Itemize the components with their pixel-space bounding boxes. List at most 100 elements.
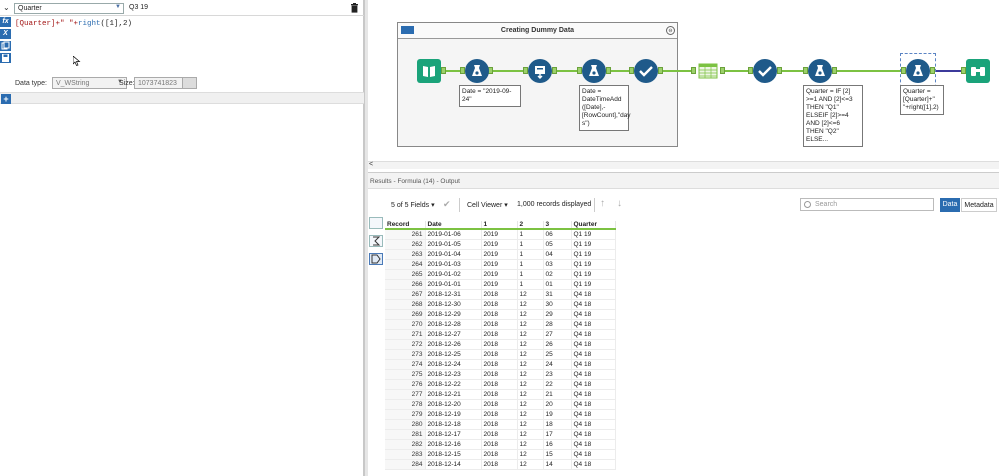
- arrow-down-icon[interactable]: ↓: [617, 198, 622, 209]
- table-cell[interactable]: 14: [543, 459, 572, 470]
- function-icon[interactable]: fx: [0, 17, 11, 27]
- metadata-button[interactable]: Metadata: [961, 198, 997, 212]
- table-cell[interactable]: Q4 18: [571, 439, 616, 450]
- column-header[interactable]: 3: [543, 221, 572, 230]
- table-cell[interactable]: 2018: [481, 389, 518, 400]
- table-row[interactable]: 265 2019-01-02 2019 1 02 Q1 19: [385, 269, 616, 280]
- table-cell[interactable]: 12: [517, 439, 544, 450]
- table-row[interactable]: 279 2018-12-19 2018 12 19 Q4 18: [385, 409, 616, 420]
- table-cell[interactable]: Q4 18: [571, 449, 616, 460]
- table-cell[interactable]: 12: [517, 399, 544, 410]
- table-cell[interactable]: 2018: [481, 349, 518, 360]
- table-cell[interactable]: 15: [543, 449, 572, 460]
- record-number[interactable]: 269: [385, 309, 426, 320]
- table-cell[interactable]: 16: [543, 439, 572, 450]
- table-cell[interactable]: 1: [517, 249, 544, 260]
- table-cell[interactable]: 2018: [481, 419, 518, 430]
- table-cell[interactable]: 2018: [481, 289, 518, 300]
- table-cell[interactable]: 2019-01-04: [425, 249, 482, 260]
- browse-icon[interactable]: [966, 59, 990, 83]
- record-number[interactable]: 264: [385, 259, 426, 270]
- table-row[interactable]: 283 2018-12-15 2018 12 15 Q4 18: [385, 449, 616, 460]
- column-header[interactable]: 1: [481, 221, 518, 230]
- output-anchor[interactable]: [720, 67, 725, 74]
- table-cell[interactable]: 22: [543, 379, 572, 390]
- table-cell[interactable]: 1: [517, 279, 544, 290]
- table-row[interactable]: 269 2018-12-29 2018 12 29 Q4 18: [385, 309, 616, 320]
- table-cell[interactable]: Q4 18: [571, 379, 616, 390]
- table-row[interactable]: 284 2018-12-14 2018 12 14 Q4 18: [385, 459, 616, 470]
- record-number[interactable]: 262: [385, 239, 426, 250]
- table-cell[interactable]: 02: [543, 269, 572, 280]
- table-row[interactable]: 275 2018-12-23 2018 12 23 Q4 18: [385, 369, 616, 380]
- table-cell[interactable]: Q1 19: [571, 239, 616, 250]
- table-cell[interactable]: 06: [543, 229, 572, 240]
- record-number[interactable]: 265: [385, 269, 426, 280]
- table-cell[interactable]: 2018: [481, 409, 518, 420]
- table-cell[interactable]: 2018-12-30: [425, 299, 482, 310]
- table-cell[interactable]: 12: [517, 419, 544, 430]
- table-view-icon[interactable]: [369, 217, 383, 229]
- table-cell[interactable]: 12: [517, 309, 544, 320]
- table-cell[interactable]: 2019: [481, 259, 518, 270]
- record-number[interactable]: 268: [385, 299, 426, 310]
- table-cell[interactable]: 2018-12-16: [425, 439, 482, 450]
- table-cell[interactable]: 12: [517, 429, 544, 440]
- column-header[interactable]: Record: [385, 221, 426, 230]
- record-number[interactable]: 281: [385, 429, 426, 440]
- collapse-chevron-icon[interactable]: ⌄: [3, 3, 10, 12]
- copy-icon[interactable]: [0, 41, 11, 51]
- output-anchor[interactable]: [441, 67, 446, 74]
- expression-editor[interactable]: [Quarter]+" "+right([1],2): [15, 20, 132, 28]
- record-number[interactable]: 271: [385, 329, 426, 340]
- table-cell[interactable]: Q4 18: [571, 369, 616, 380]
- table-cell[interactable]: 03: [543, 259, 572, 270]
- output-field-select[interactable]: Quarter ▼: [14, 3, 124, 14]
- table-cell[interactable]: 12: [517, 319, 544, 330]
- table-row[interactable]: 271 2018-12-27 2018 12 27 Q4 18: [385, 329, 616, 340]
- tool-container[interactable]: Creating Dummy Data ⊖: [397, 22, 678, 147]
- table-cell[interactable]: 1: [517, 239, 544, 250]
- table-cell[interactable]: 29: [543, 309, 572, 320]
- text-to-columns-icon[interactable]: [696, 59, 720, 83]
- table-cell[interactable]: 2019-01-06: [425, 229, 482, 240]
- table-cell[interactable]: 12: [517, 339, 544, 350]
- select-icon[interactable]: [634, 59, 658, 83]
- record-number[interactable]: 275: [385, 369, 426, 380]
- generate-rows-icon[interactable]: [528, 59, 552, 83]
- output-anchor[interactable]: [606, 67, 611, 74]
- table-cell[interactable]: 31: [543, 289, 572, 300]
- table-cell[interactable]: 1: [517, 229, 544, 240]
- table-cell[interactable]: 2018: [481, 359, 518, 370]
- table-cell[interactable]: 12: [517, 359, 544, 370]
- table-row[interactable]: 277 2018-12-21 2018 12 21 Q4 18: [385, 389, 616, 400]
- record-number[interactable]: 283: [385, 449, 426, 460]
- table-row[interactable]: 274 2018-12-24 2018 12 24 Q4 18: [385, 359, 616, 370]
- table-cell[interactable]: Q1 19: [571, 249, 616, 260]
- table-cell[interactable]: 2018: [481, 429, 518, 440]
- record-number[interactable]: 266: [385, 279, 426, 290]
- table-cell[interactable]: 2019: [481, 229, 518, 240]
- table-row[interactable]: 266 2019-01-01 2019 1 01 Q1 19: [385, 279, 616, 290]
- table-cell[interactable]: 28: [543, 319, 572, 330]
- table-cell[interactable]: 05: [543, 239, 572, 250]
- record-number[interactable]: 278: [385, 399, 426, 410]
- table-cell[interactable]: 2018-12-15: [425, 449, 482, 460]
- table-cell[interactable]: 2018: [481, 309, 518, 320]
- table-cell[interactable]: 23: [543, 369, 572, 380]
- table-row[interactable]: 261 2019-01-06 2019 1 06 Q1 19: [385, 229, 616, 240]
- output-anchor[interactable]: [552, 67, 557, 74]
- table-cell[interactable]: Q4 18: [571, 409, 616, 420]
- column-header[interactable]: Quarter: [571, 221, 616, 230]
- column-header[interactable]: Date: [425, 221, 482, 230]
- tag-icon[interactable]: [369, 253, 383, 265]
- table-cell[interactable]: 1: [517, 259, 544, 270]
- table-cell[interactable]: 12: [517, 449, 544, 460]
- formula-icon[interactable]: [465, 59, 489, 83]
- trash-icon[interactable]: [350, 3, 359, 13]
- collapse-icon[interactable]: ⊖: [666, 26, 675, 35]
- table-cell[interactable]: 30: [543, 299, 572, 310]
- table-cell[interactable]: 2018: [481, 379, 518, 390]
- table-cell[interactable]: 2018: [481, 449, 518, 460]
- table-cell[interactable]: 18: [543, 419, 572, 430]
